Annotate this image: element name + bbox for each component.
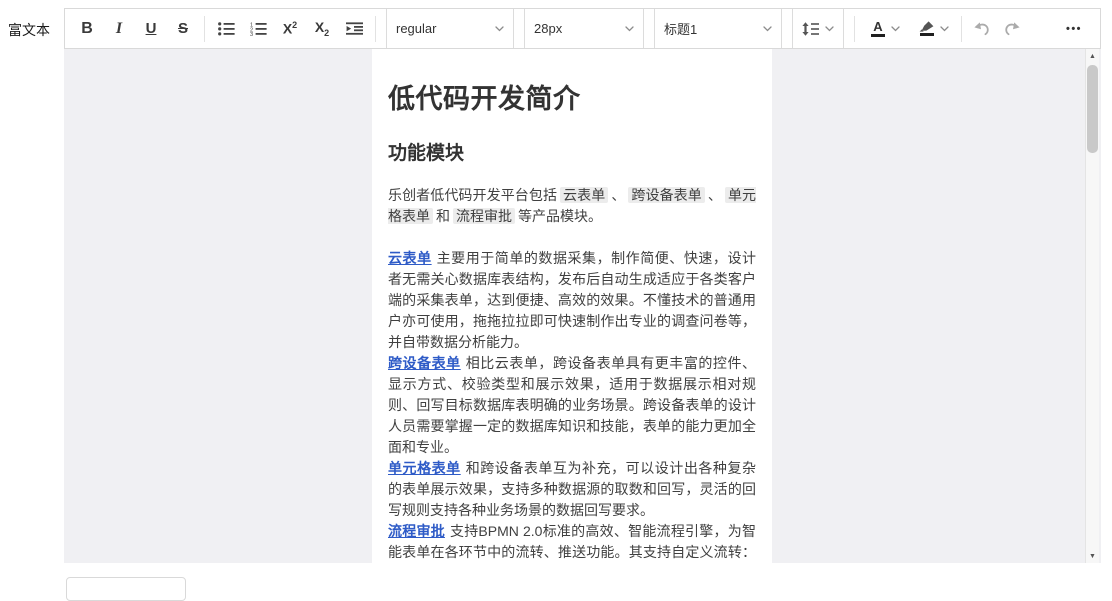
redo-icon <box>1003 21 1021 37</box>
intro-text: 和 <box>436 208 450 224</box>
font-size-select[interactable]: 28px <box>524 9 644 48</box>
editor-label: 富文本 <box>8 20 50 40</box>
section-cloud-form: 云表单主要用于简单的数据采集，制作简便、快速，设计者无需关心数据库表结构，发布后… <box>388 248 756 353</box>
strikethrough-button[interactable]: S <box>167 14 199 44</box>
intro-text: 、 <box>611 187 625 203</box>
subscript-button[interactable]: X2 <box>306 14 338 44</box>
section-workflow-approval: 流程审批支持BPMN 2.0标准的高效、智能流程引擎，为智能表单在各环节中的流转… <box>388 521 756 563</box>
editor-content-area[interactable]: 低代码开发简介 功能模块 乐创者低代码开发平台包括云表单、跨设备表单、单元格表单… <box>64 49 1101 563</box>
document-page[interactable]: 低代码开发简介 功能模块 乐创者低代码开发平台包括云表单、跨设备表单、单元格表单… <box>372 49 772 563</box>
intro-text: 、 <box>708 187 722 203</box>
section-text: 主要用于简单的数据采集，制作简便、快速，设计者无需关心数据库表结构，发布后自动生… <box>388 250 756 350</box>
text-color-button[interactable]: A <box>862 9 906 48</box>
paragraph-style-select[interactable]: 标题1 <box>654 9 782 48</box>
bullet-list-button[interactable] <box>210 14 242 44</box>
indent-button[interactable] <box>338 14 370 44</box>
subscript-icon: X2 <box>315 19 329 38</box>
paragraph-style-value: 标题1 <box>664 19 697 38</box>
doc-link-cell-form[interactable]: 单元格表单 <box>388 460 461 476</box>
font-size-value: 28px <box>534 21 562 36</box>
svg-text:3: 3 <box>250 32 253 36</box>
scroll-up-button[interactable]: ▲ <box>1086 49 1099 63</box>
toolbar: B I U S 1 2 3 X <box>64 8 1101 49</box>
highlight-color-button[interactable] <box>910 9 954 48</box>
font-family-value: regular <box>396 21 436 36</box>
doc-title: 低代码开发简介 <box>388 83 756 115</box>
redo-button[interactable] <box>997 14 1027 44</box>
indent-icon <box>346 22 363 35</box>
doc-heading: 功能模块 <box>388 143 756 165</box>
font-family-select[interactable]: regular <box>386 9 514 48</box>
chevron-down-icon <box>940 26 949 32</box>
toolbar-divider <box>204 16 205 42</box>
rich-text-editor: B I U S 1 2 3 X <box>64 8 1101 563</box>
superscript-button[interactable]: X2 <box>274 14 306 44</box>
chevron-down-icon <box>495 26 504 32</box>
scrollbar-track[interactable]: ▲ ▼ <box>1085 49 1099 563</box>
blank-line <box>388 227 756 248</box>
toolbar-divider <box>961 16 962 42</box>
superscript-icon: X2 <box>283 20 297 37</box>
intro-text: 等产品模块。 <box>518 208 602 224</box>
chevron-down-icon <box>763 26 772 32</box>
partial-bottom-control[interactable] <box>66 577 186 601</box>
toolbar-divider <box>375 16 376 42</box>
ordered-list-button[interactable]: 1 2 3 <box>242 14 274 44</box>
underline-button[interactable]: U <box>135 14 167 44</box>
term-tag: 跨设备表单 <box>628 187 704 203</box>
scroll-down-button[interactable]: ▼ <box>1086 549 1099 563</box>
highlighter-icon <box>919 21 934 36</box>
doc-link-cross-device-form[interactable]: 跨设备表单 <box>388 355 461 371</box>
toolbar-spacer <box>1027 9 1058 48</box>
undo-icon <box>973 21 991 37</box>
chevron-down-icon <box>625 26 634 32</box>
line-height-button[interactable] <box>792 9 844 48</box>
toolbar-divider <box>854 16 855 42</box>
intro-paragraph: 乐创者低代码开发平台包括云表单、跨设备表单、单元格表单和流程审批等产品模块。 <box>388 185 756 227</box>
text-color-icon: A <box>871 20 885 37</box>
bold-button[interactable]: B <box>71 14 103 44</box>
section-cell-form: 单元格表单和跨设备表单互为补充，可以设计出各种复杂的表单展示效果，支持多种数据源… <box>388 458 756 521</box>
section-cross-device-form: 跨设备表单相比云表单，跨设备表单具有更丰富的控件、显示方式、校验类型和展示效果，… <box>388 353 756 458</box>
term-tag: 云表单 <box>560 187 608 203</box>
line-height-icon <box>802 22 819 36</box>
chevron-down-icon <box>825 26 834 32</box>
undo-button[interactable] <box>967 14 997 44</box>
bullet-list-icon <box>218 22 235 36</box>
italic-button[interactable]: I <box>103 14 135 44</box>
doc-link-workflow-approval[interactable]: 流程审批 <box>388 523 445 539</box>
ordered-list-icon: 1 2 3 <box>250 22 267 36</box>
chevron-down-icon <box>891 26 900 32</box>
doc-link-cloud-form[interactable]: 云表单 <box>388 250 432 266</box>
term-tag: 流程审批 <box>453 208 515 224</box>
more-button[interactable]: ••• <box>1058 14 1090 44</box>
scrollbar-thumb[interactable] <box>1087 65 1098 153</box>
intro-text: 乐创者低代码开发平台包括 <box>388 187 557 203</box>
